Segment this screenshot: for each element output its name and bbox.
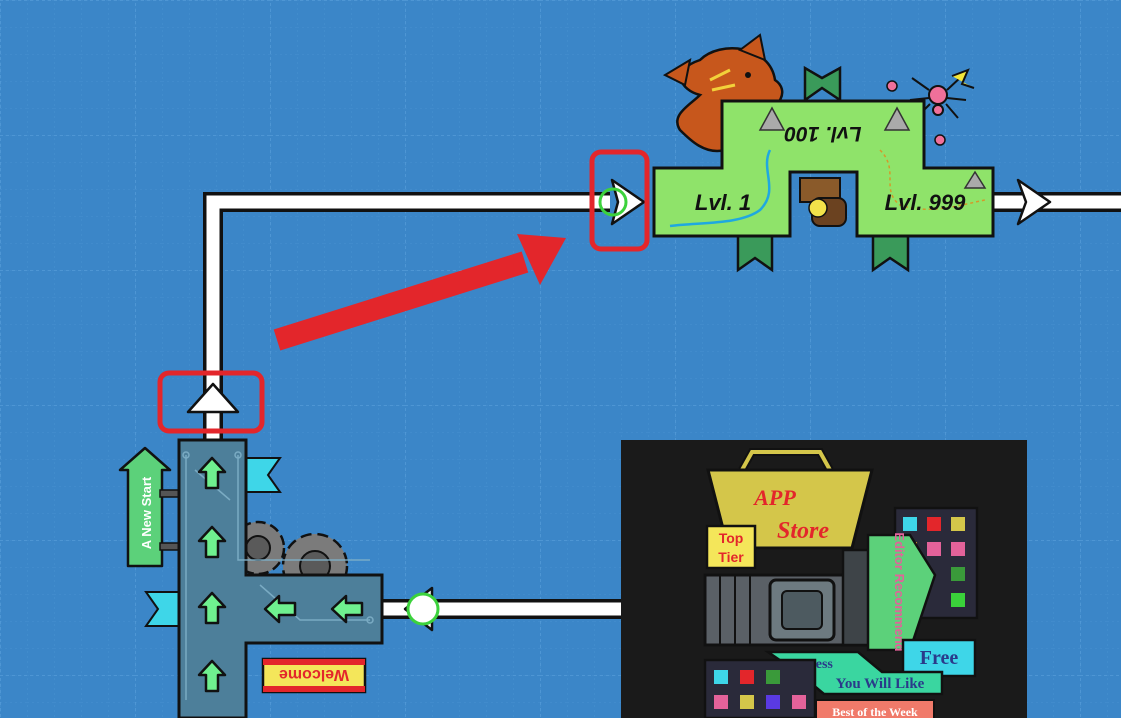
app-store-title-line1: APP xyxy=(752,485,796,510)
new-start-label: A New Start xyxy=(139,476,154,549)
welcome-label: Welcome xyxy=(279,666,349,683)
level-label-999: Lvl. 999 xyxy=(885,190,966,215)
world-map: Lvl. 1 Lvl. 999 Lvl. 100 A New Start Wel… xyxy=(0,0,1121,718)
welcome-sign[interactable]: Welcome xyxy=(261,657,367,694)
level-label-1: Lvl. 1 xyxy=(695,190,751,215)
game-map-stage: Lvl. 1 Lvl. 999 Lvl. 100 A New Start Wel… xyxy=(0,0,1121,718)
app-store-title-line2: Store xyxy=(777,518,829,544)
guess-line2: You Will Like xyxy=(836,676,925,692)
top-tier-line1: Top xyxy=(719,530,744,546)
tablet-icon xyxy=(703,658,817,718)
app-store-building[interactable]: APP Store Top Tier Editor Recommend Free… xyxy=(621,440,1027,718)
top-tier-line2: Tier xyxy=(718,549,744,565)
top-tier-tag[interactable]: Top Tier xyxy=(705,524,757,570)
hub-entry-node[interactable] xyxy=(406,592,440,626)
best-of-the-week-tag[interactable]: Best of the Week xyxy=(815,699,935,718)
level-label-100: Lvl. 100 xyxy=(784,122,861,145)
free-label: Free xyxy=(920,647,959,669)
free-tag[interactable]: Free xyxy=(901,638,977,678)
editor-recommend-label: Editor Recommend xyxy=(892,532,907,651)
best-of-week-label: Best of the Week xyxy=(832,705,918,718)
